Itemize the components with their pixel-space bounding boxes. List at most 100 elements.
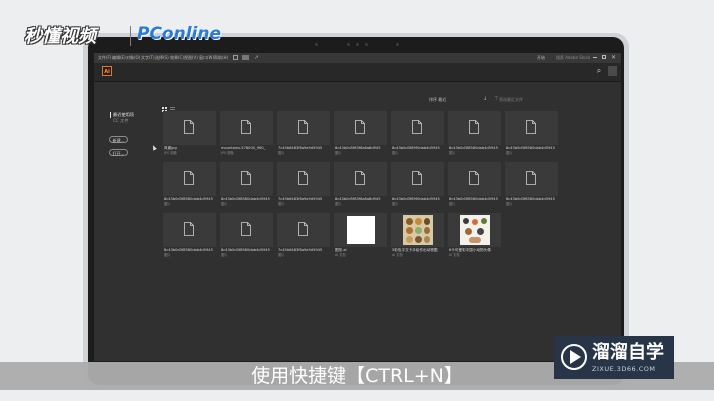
- file-tile[interactable]: 风景jpg JPG 图像: [163, 111, 216, 160]
- artboard-preview: [347, 216, 375, 244]
- document-icon: [526, 120, 536, 134]
- file-tile[interactable]: 图形.ai AI 文档: [334, 213, 387, 262]
- document-icon: [469, 171, 479, 185]
- file-tile[interactable]: 8c43b0d5f83f8a6a8d945 图片: [334, 162, 387, 211]
- file-tile[interactable]: 8c43b0d3f8580dab4d5945 图片: [505, 162, 558, 211]
- camera-dot: [315, 43, 318, 46]
- animal-pattern-preview: [403, 215, 433, 245]
- document-icon: [412, 120, 422, 134]
- menu-help[interactable]: 帮助(H): [214, 55, 228, 61]
- file-name: 7c45b6483f8a9a9d5945: [278, 197, 323, 201]
- camera-dot: [396, 43, 399, 46]
- maximize-icon[interactable]: [602, 55, 606, 59]
- sort-dropdown[interactable]: 排序 最近: [429, 97, 446, 103]
- menu-object[interactable]: 对象(O): [126, 55, 140, 61]
- sidebar-item-cc-files[interactable]: CC 文件: [113, 118, 129, 124]
- file-type: 图片: [221, 253, 228, 257]
- file-tile[interactable]: 8c43b0d3f8580dab4d5945 图片: [163, 162, 216, 211]
- document-icon: [184, 120, 194, 134]
- filter-icon: ⊤: [494, 96, 499, 102]
- file-tile[interactable]: 8c43b0d3f89f0dab4d5945 图片: [391, 162, 444, 211]
- search-icon[interactable]: ⌕: [594, 66, 604, 76]
- file-name: 8c43b0d5f83f8a6a8d945: [335, 197, 381, 201]
- file-tile[interactable]: 8c43b0d3f89f0dab4d5945 图片: [391, 111, 444, 160]
- file-tile[interactable]: mountains-578000_960_ JPG 图像: [220, 111, 273, 160]
- file-tile[interactable]: 6卡可爱彩中国小动物头像 AI 文档: [448, 213, 501, 262]
- document-icon: [355, 171, 365, 185]
- file-tile[interactable]: 8c43b0d3f8580dab4d5945 图片: [448, 111, 501, 160]
- menu-window[interactable]: 窗口(W): [199, 55, 214, 61]
- open-button[interactable]: 打开...: [109, 149, 128, 156]
- camera-dot: [347, 43, 350, 46]
- file-type: JPG 图像: [164, 151, 177, 155]
- file-type: 图片: [335, 151, 342, 155]
- file-thumbnail: [448, 111, 501, 145]
- file-type: 图片: [221, 202, 228, 206]
- document-icon: [241, 120, 251, 134]
- sort-direction-icon[interactable]: ↓: [483, 96, 487, 103]
- illustrator-logo: Ai: [102, 66, 112, 76]
- menu-file[interactable]: 文件(F): [98, 55, 111, 61]
- file-tile[interactable]: 7c45b6483f8a9a9d5945 图片: [277, 213, 330, 262]
- menu-effect[interactable]: 效果(C): [170, 55, 184, 61]
- file-name: 8c43b0d5f83f8a6a8d945: [335, 146, 381, 150]
- file-thumbnail: [334, 213, 387, 247]
- document-icon: [298, 222, 308, 236]
- document-icon: [298, 171, 308, 185]
- close-icon[interactable]: ✕: [611, 53, 616, 62]
- file-thumbnail: [391, 111, 444, 145]
- file-name: 8c43b0d3f8580dab4d5945: [164, 197, 213, 201]
- document-icon: [469, 120, 479, 134]
- brand-name: 溜溜自学: [592, 342, 664, 363]
- minimize-icon[interactable]: [593, 57, 597, 58]
- file-tile[interactable]: 7c45b6483f8a9a9d5945 图片: [277, 111, 330, 160]
- file-thumbnail: [163, 111, 216, 145]
- file-tile[interactable]: 8c43b0d3f8580dab4d5945 图片: [448, 162, 501, 211]
- file-tile[interactable]: 8c43b0d3f8580dab4d5945 图片: [220, 162, 273, 211]
- file-type: 图片: [506, 151, 513, 155]
- file-tile[interactable]: 5彩色平文卡手绘作出动物图 AI 文档: [391, 213, 444, 262]
- menu-type[interactable]: 文字(T): [141, 55, 155, 61]
- file-name: 8c43b0d3f89f0dab4d5945: [392, 197, 440, 201]
- document-icon: [241, 171, 251, 185]
- document-icon: [298, 120, 308, 134]
- app-header: Ai ⌕: [94, 63, 621, 82]
- send-icon[interactable]: ➚: [254, 53, 259, 62]
- file-tile[interactable]: 8c43b0d3f8580dab4d5945 图片: [505, 111, 558, 160]
- brand-badge: 溜溜自学 ZIXUE.3D66.COM: [554, 336, 674, 379]
- document-icon: [526, 171, 536, 185]
- workspace-switcher[interactable]: 开始: [537, 55, 545, 61]
- file-tile[interactable]: 7c45b6483f8a9a9d5945 图片: [277, 162, 330, 211]
- account-icon[interactable]: [608, 66, 617, 76]
- document-icon: [412, 171, 422, 185]
- filter-input[interactable]: 筛选最近文件: [499, 97, 523, 103]
- camera-lens: [356, 43, 359, 46]
- file-thumbnail: [505, 111, 558, 145]
- brand-url: ZIXUE.3D66.COM: [592, 365, 656, 373]
- document-icon: [184, 222, 194, 236]
- file-tile[interactable]: 8c43b0d3f8580dab4d5945 图片: [163, 213, 216, 262]
- file-type: AI 文档: [449, 253, 460, 257]
- file-type: 图片: [164, 202, 171, 206]
- file-type: AI 文档: [392, 253, 403, 257]
- layout-icon[interactable]: [242, 55, 249, 60]
- list-view-icon[interactable]: [170, 97, 175, 112]
- file-thumbnail: [391, 162, 444, 196]
- file-thumbnail: [277, 213, 330, 247]
- file-thumbnail: [334, 162, 387, 196]
- grid-view-icon[interactable]: [162, 97, 167, 112]
- menu-edit[interactable]: 编辑(E): [112, 55, 126, 61]
- file-tile[interactable]: 8c43b0d5f83f8a6a8d945 图片: [334, 111, 387, 160]
- arrange-docs-icon[interactable]: [233, 55, 238, 60]
- document-icon: [241, 222, 251, 236]
- stock-search[interactable]: 搜索 Adobe Stock: [556, 55, 590, 61]
- file-type: 图片: [278, 202, 285, 206]
- menu-view[interactable]: 视图(V): [184, 55, 198, 61]
- new-button[interactable]: 新建...: [109, 136, 128, 143]
- file-name: 7c45b6483f8a9a9d5945: [278, 146, 323, 150]
- file-tile[interactable]: 8c43b0d3f8580dab4d5945 图片: [220, 213, 273, 262]
- camera-dot: [365, 43, 368, 46]
- menu-select[interactable]: 选择(S): [155, 55, 169, 61]
- illustrator-screen: 文件(F) 编辑(E) 对象(O) 文字(T) 选择(S) 效果(C) 视图(V…: [94, 53, 621, 361]
- mouse-cursor: [151, 144, 157, 151]
